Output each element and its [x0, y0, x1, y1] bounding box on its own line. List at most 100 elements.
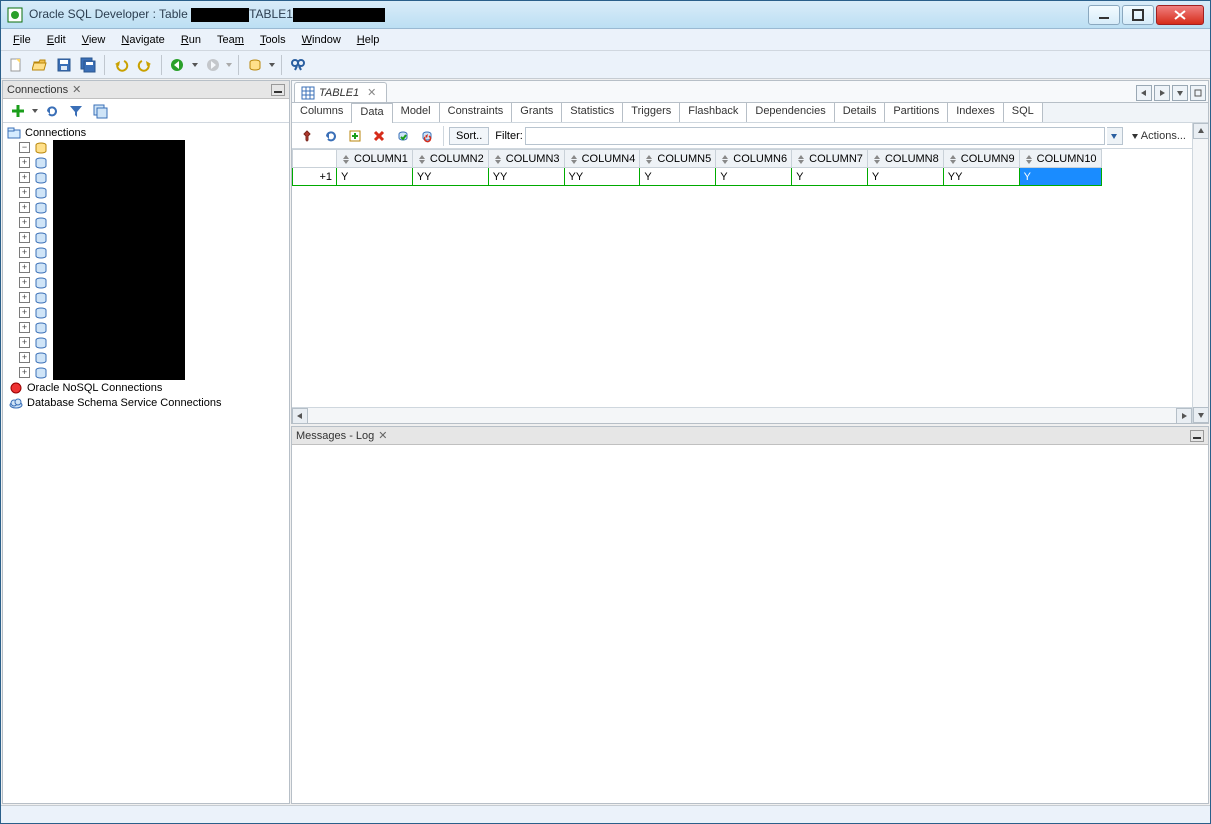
tree-item[interactable]: + — [19, 215, 52, 230]
menu-navigate[interactable]: Navigate — [113, 31, 172, 49]
minimize-panel-button[interactable] — [1190, 430, 1204, 442]
expand-icon[interactable]: + — [19, 232, 30, 243]
connections-tree[interactable]: Connections − + + + + + + + + + + + + + + + Oracle NoSQ… — [3, 123, 289, 803]
tree-item[interactable]: + — [19, 200, 52, 215]
editor-tab-table1[interactable]: TABLE1 ✕ — [294, 82, 387, 102]
redo-button[interactable] — [134, 54, 156, 76]
vertical-scrollbar[interactable] — [1192, 123, 1208, 423]
menu-edit[interactable]: Edit — [39, 31, 74, 49]
expand-icon[interactable]: + — [19, 277, 30, 288]
close-icon[interactable]: ✕ — [72, 83, 81, 96]
column-header[interactable]: COLUMN8 — [867, 150, 943, 168]
tree-item[interactable]: + — [19, 335, 52, 350]
save-button[interactable] — [53, 54, 75, 76]
insert-row-button[interactable] — [344, 125, 366, 147]
nosql-connections[interactable]: Oracle NoSQL Connections — [7, 380, 285, 395]
subtab-constraints[interactable]: Constraints — [439, 102, 513, 122]
undo-button[interactable] — [110, 54, 132, 76]
refresh-button[interactable] — [41, 100, 63, 122]
collapse-all-button[interactable] — [89, 100, 111, 122]
open-button[interactable] — [29, 54, 51, 76]
expand-icon[interactable]: + — [19, 247, 30, 258]
subtab-statistics[interactable]: Statistics — [561, 102, 623, 122]
close-button[interactable] — [1156, 5, 1204, 25]
data-cell[interactable]: YY — [943, 168, 1019, 186]
menu-tools[interactable]: Tools — [252, 31, 294, 49]
data-cell[interactable]: Y — [792, 168, 868, 186]
scroll-left-button[interactable] — [292, 408, 308, 424]
horizontal-scrollbar[interactable] — [292, 407, 1192, 423]
expand-icon[interactable]: + — [19, 352, 30, 363]
messages-log-body[interactable] — [292, 445, 1208, 803]
tree-item[interactable]: + — [19, 305, 52, 320]
back-nav-button[interactable] — [167, 54, 189, 76]
dropdown-arrow-icon[interactable] — [31, 103, 39, 119]
expand-icon[interactable]: + — [19, 172, 30, 183]
expand-icon[interactable]: + — [19, 322, 30, 333]
subtab-flashback[interactable]: Flashback — [679, 102, 747, 122]
tree-item[interactable]: + — [19, 260, 52, 275]
column-header[interactable]: COLUMN4 — [564, 150, 640, 168]
dropdown-arrow-icon[interactable] — [225, 57, 233, 73]
expand-icon[interactable]: + — [19, 292, 30, 303]
subtab-data[interactable]: Data — [351, 103, 392, 123]
expand-icon[interactable]: + — [19, 217, 30, 228]
refresh-data-button[interactable] — [320, 125, 342, 147]
data-cell[interactable]: YY — [564, 168, 640, 186]
subtab-grants[interactable]: Grants — [511, 102, 562, 122]
delete-row-button[interactable] — [368, 125, 390, 147]
tree-item[interactable]: − — [19, 140, 52, 155]
tree-item[interactable]: + — [19, 365, 52, 380]
row-number-header[interactable] — [293, 150, 337, 168]
menu-team[interactable]: Team — [209, 31, 252, 49]
find-button[interactable] — [287, 54, 309, 76]
expand-icon[interactable]: + — [19, 367, 30, 378]
subtab-partitions[interactable]: Partitions — [884, 102, 948, 122]
commit-button[interactable] — [392, 125, 414, 147]
scroll-up-button[interactable] — [1193, 123, 1209, 139]
expand-icon[interactable]: + — [19, 337, 30, 348]
subtab-triggers[interactable]: Triggers — [622, 102, 680, 122]
menu-window[interactable]: Window — [294, 31, 349, 49]
sql-button[interactable] — [244, 54, 266, 76]
expand-icon[interactable]: + — [19, 202, 30, 213]
tree-item[interactable]: + — [19, 275, 52, 290]
maximize-button[interactable] — [1122, 5, 1154, 25]
subtab-details[interactable]: Details — [834, 102, 886, 122]
subtab-indexes[interactable]: Indexes — [947, 102, 1004, 122]
data-cell[interactable]: Y — [716, 168, 792, 186]
expand-icon[interactable]: + — [19, 187, 30, 198]
minimize-panel-button[interactable] — [271, 84, 285, 96]
sort-button[interactable]: Sort.. — [449, 127, 489, 145]
dropdown-arrow-icon[interactable] — [268, 57, 276, 73]
close-icon[interactable]: ✕ — [378, 429, 387, 442]
column-header[interactable]: COLUMN9 — [943, 150, 1019, 168]
column-header[interactable]: COLUMN3 — [488, 150, 564, 168]
tab-next-button[interactable] — [1154, 85, 1170, 101]
actions-menu-button[interactable]: Actions... — [1131, 130, 1186, 142]
minimize-button[interactable] — [1088, 5, 1120, 25]
data-cell[interactable]: Y — [640, 168, 716, 186]
data-grid[interactable]: COLUMN1 COLUMN2 COLUMN3 COLUMN4 COLUMN5 … — [292, 149, 1192, 407]
scroll-down-button[interactable] — [1193, 407, 1209, 423]
menu-view[interactable]: View — [74, 31, 114, 49]
data-cell[interactable]: Y — [337, 168, 413, 186]
column-header[interactable]: COLUMN10 — [1019, 150, 1101, 168]
data-cell[interactable]: Y — [1019, 168, 1101, 186]
forward-nav-button[interactable] — [201, 54, 223, 76]
tree-item[interactable]: + — [19, 350, 52, 365]
subtab-model[interactable]: Model — [392, 102, 440, 122]
tab-list-button[interactable] — [1172, 85, 1188, 101]
data-cell[interactable]: YY — [412, 168, 488, 186]
expand-icon[interactable]: + — [19, 262, 30, 273]
connections-root[interactable]: Connections — [7, 125, 285, 140]
expand-icon[interactable]: + — [19, 157, 30, 168]
column-header[interactable]: COLUMN2 — [412, 150, 488, 168]
new-button[interactable] — [5, 54, 27, 76]
tab-prev-button[interactable] — [1136, 85, 1152, 101]
dropdown-arrow-icon[interactable] — [191, 57, 199, 73]
tree-item[interactable]: + — [19, 320, 52, 335]
scroll-right-button[interactable] — [1176, 408, 1192, 424]
close-icon[interactable]: ✕ — [367, 86, 376, 99]
menu-file[interactable]: File — [5, 31, 39, 49]
